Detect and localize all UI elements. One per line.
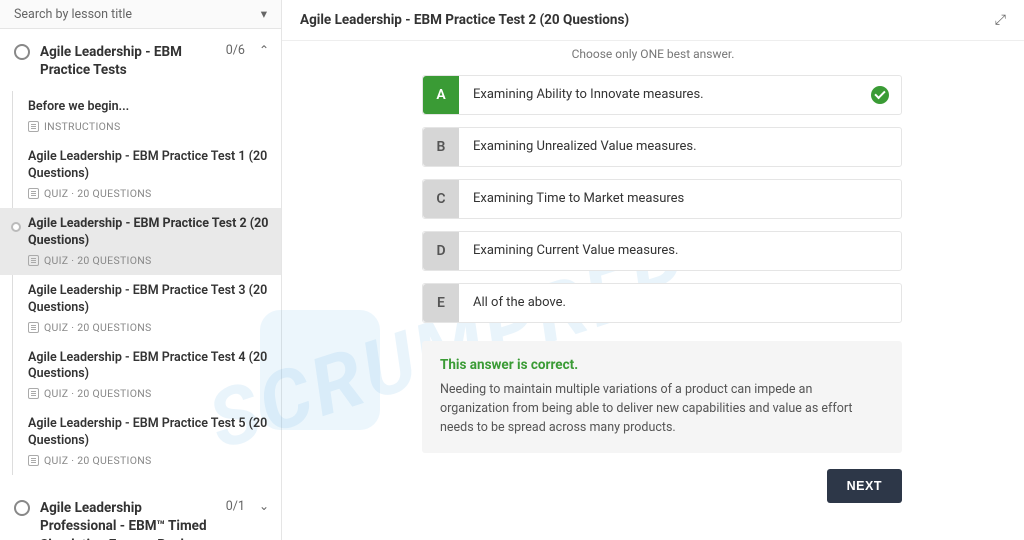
next-button[interactable]: NEXT [827,469,902,503]
answer-option-d[interactable]: D Examining Current Value measures. [422,231,902,271]
lesson-item-test3[interactable]: Agile Leadership - EBM Practice Test 3 (… [24,275,281,342]
answer-option-c[interactable]: C Examining Time to Market measures [422,179,902,219]
lesson-meta: INSTRUCTIONS [28,120,129,133]
section-progress: 0/1 [226,499,245,514]
lesson-meta: QUIZ · 20 QUESTIONS [28,321,271,334]
section-progress: 0/6 [226,43,245,58]
lesson-title: Agile Leadership - EBM Practice Test 2 (… [28,216,271,250]
answer-text: Examining Unrealized Value measures. [459,128,901,166]
chevron-down-icon: ▾ [261,6,267,22]
sidebar: Search by lesson title ▾ Agile Leadershi… [0,0,282,540]
answer-text: Examining Current Value measures. [459,232,901,270]
lesson-title: Before we begin... [28,99,129,116]
answer-text: All of the above. [459,284,901,322]
quiz-icon [28,255,39,266]
lesson-item-test2[interactable]: Agile Leadership - EBM Practice Test 2 (… [0,208,281,275]
quiz-icon [28,455,39,466]
page-title: Agile Leadership - EBM Practice Test 2 (… [300,12,629,28]
lesson-title: Agile Leadership - EBM Practice Test 4 (… [28,350,271,384]
chevron-down-icon: ⌄ [259,499,269,513]
answer-letter: C [423,180,459,218]
lesson-title: Agile Leadership - EBM Practice Test 5 (… [28,416,271,450]
search-placeholder: Search by lesson title [14,7,132,22]
lesson-meta: QUIZ · 20 QUESTIONS [28,187,271,200]
section-header-practice-tests[interactable]: Agile Leadership - EBM Practice Tests 0/… [0,29,281,91]
lesson-title: Agile Leadership - EBM Practice Test 1 (… [28,149,271,183]
section-radio [14,500,30,516]
lesson-meta: QUIZ · 20 QUESTIONS [28,387,271,400]
quiz-icon [28,322,39,333]
main-content: Agile Leadership - EBM Practice Test 2 (… [282,0,1024,540]
main-header: Agile Leadership - EBM Practice Test 2 (… [282,0,1024,41]
lesson-item-test4[interactable]: Agile Leadership - EBM Practice Test 4 (… [24,342,281,409]
lesson-meta: QUIZ · 20 QUESTIONS [28,454,271,467]
feedback-title: This answer is correct. [440,357,884,373]
answer-letter: E [423,284,459,322]
quiz-icon [28,188,39,199]
question-instruction: Choose only ONE best answer. [302,47,1004,61]
answer-text: Examining Time to Market measures [459,180,901,218]
feedback-box: This answer is correct. Needing to maint… [422,341,902,453]
check-icon [871,86,889,104]
doc-icon [28,121,39,132]
feedback-text: Needing to maintain multiple variations … [440,381,884,437]
expand-icon[interactable]: ⤢ [995,12,1006,28]
section-title: Agile Leadership Professional - EBM™ Tim… [40,499,216,540]
answer-letter: D [423,232,459,270]
lesson-item-test1[interactable]: Agile Leadership - EBM Practice Test 1 (… [24,141,281,208]
answer-letter: B [423,128,459,166]
answer-option-b[interactable]: B Examining Unrealized Value measures. [422,127,902,167]
section-header-simulation-exam[interactable]: Agile Leadership Professional - EBM™ Tim… [0,485,281,540]
lesson-item-instructions[interactable]: Before we begin... INSTRUCTIONS [24,91,281,141]
active-dot-icon [11,222,21,232]
lesson-meta: QUIZ · 20 QUESTIONS [28,254,271,267]
answer-text: Examining Ability to Innovate measures. [459,76,901,114]
answer-letter: A [423,76,459,114]
lesson-item-test5[interactable]: Agile Leadership - EBM Practice Test 5 (… [24,408,281,475]
lesson-list: Before we begin... INSTRUCTIONS Agile Le… [0,91,281,485]
answer-option-a[interactable]: A Examining Ability to Innovate measures… [422,75,902,115]
lesson-title: Agile Leadership - EBM Practice Test 3 (… [28,283,271,317]
chevron-up-icon: ⌃ [259,43,269,57]
answer-option-e[interactable]: E All of the above. [422,283,902,323]
search-dropdown[interactable]: Search by lesson title ▾ [0,0,281,29]
section-radio [14,44,30,60]
section-title: Agile Leadership - EBM Practice Tests [40,43,216,79]
quiz-icon [28,388,39,399]
